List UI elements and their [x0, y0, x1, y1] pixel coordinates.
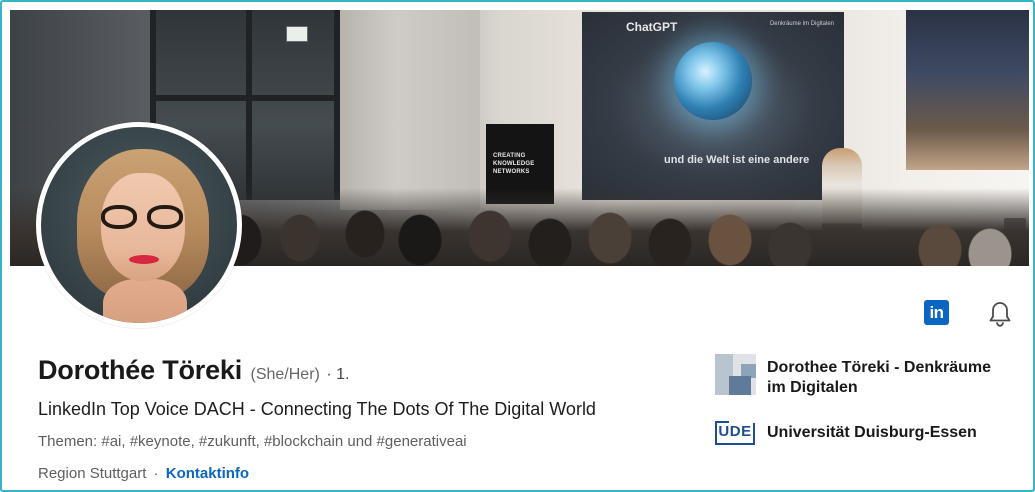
pronouns: (She/Her)	[250, 366, 320, 383]
profile-card: ChatGPT Denkräume im Digitalen und die W…	[0, 0, 1035, 492]
location-separator: ·	[153, 465, 159, 482]
profile-location: Region Stuttgart	[38, 465, 147, 482]
linkedin-icon[interactable]: in	[924, 300, 949, 325]
contact-info-link[interactable]: Kontaktinfo	[166, 465, 249, 482]
connection-degree: · 1.	[326, 366, 350, 383]
current-company-name[interactable]: Dorothee Töreki - Denkräume im Digitalen	[767, 358, 1007, 398]
bell-icon[interactable]	[987, 300, 1013, 328]
name-row: Dorothée Töreki (She/Her) · 1.	[38, 355, 349, 386]
screen-subtitle: und die Welt ist eine andere	[664, 154, 810, 166]
ude-logo[interactable]: UDE	[715, 421, 755, 445]
exit-sign	[286, 26, 308, 42]
location-row: Region Stuttgart · Kontaktinfo	[38, 465, 249, 482]
avatar-neck	[103, 279, 187, 323]
profile-headline: LinkedIn Top Voice DACH - Connecting The…	[38, 399, 596, 419]
projection-screen: ChatGPT Denkräume im Digitalen und die W…	[582, 12, 844, 200]
profile-name: Dorothée Töreki	[38, 355, 243, 385]
denkraeume-logo[interactable]	[715, 354, 756, 395]
second-screen	[906, 10, 1029, 170]
screen-title: ChatGPT	[626, 20, 678, 34]
cover-wall	[340, 10, 480, 210]
education-name[interactable]: Universität Duisburg-Essen	[767, 424, 977, 442]
profile-topics: Themen: #ai, #keynote, #zukunft, #blockc…	[38, 433, 467, 450]
avatar-lips	[129, 255, 159, 264]
screen-corner-text: Denkräume im Digitalen	[769, 21, 834, 27]
standee-text: CREATING KNOWLEDGE NETWORKS	[493, 153, 535, 175]
profile-avatar[interactable]	[36, 122, 242, 328]
globe-graphic	[674, 42, 752, 120]
avatar-glasses	[101, 205, 187, 231]
